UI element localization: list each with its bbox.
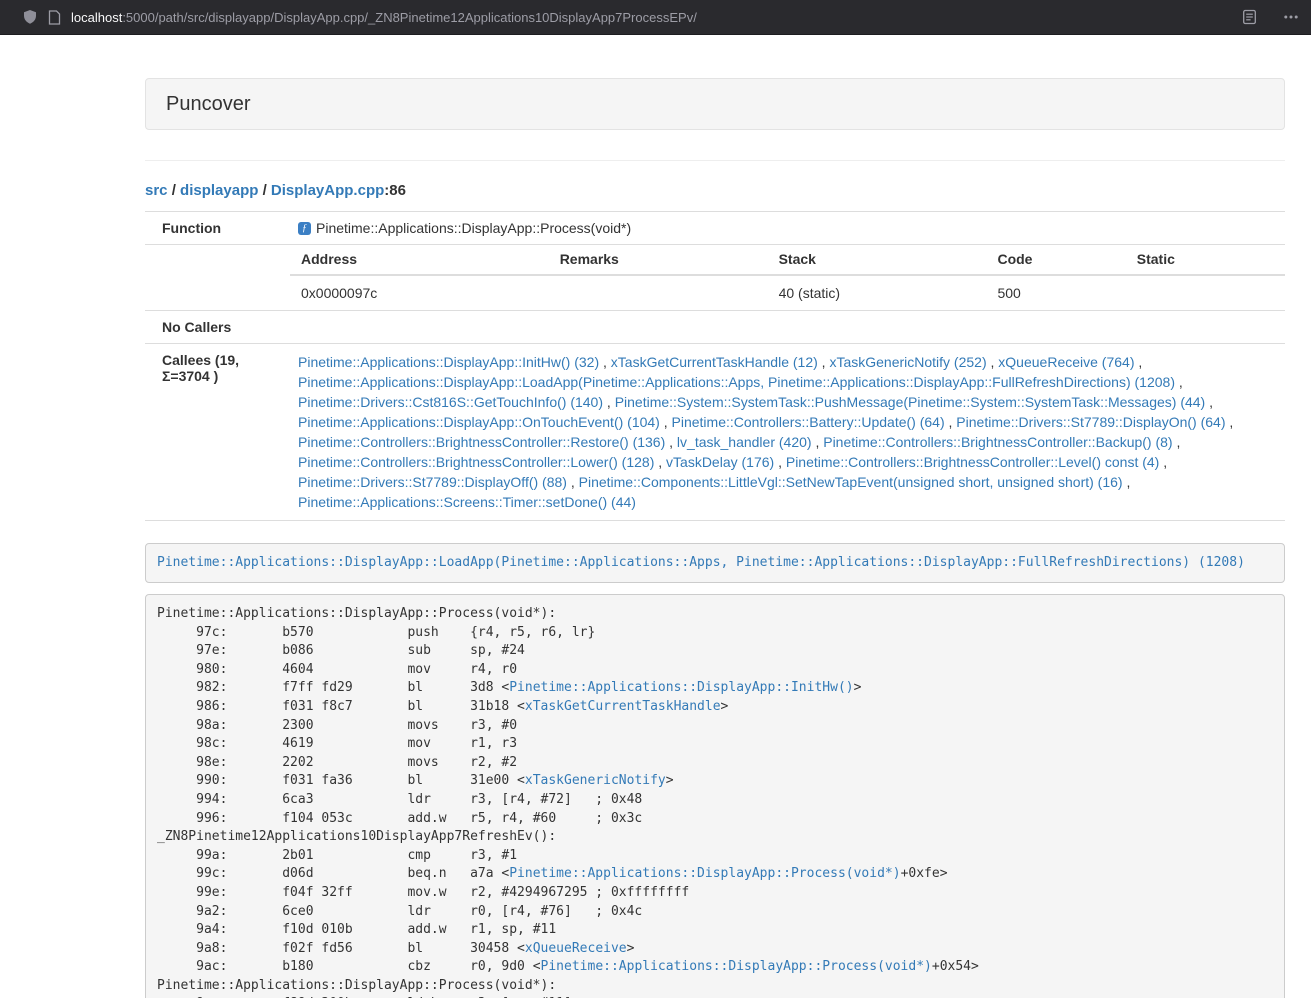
stats-value: 40 (static) xyxy=(768,275,987,310)
function-table: Function ƒ Pinetime::Applications::Displ… xyxy=(145,211,1285,521)
callee-separator: , xyxy=(945,414,957,430)
menu-icon[interactable] xyxy=(1283,9,1299,25)
stats-value xyxy=(1126,275,1285,310)
function-label: Function xyxy=(145,212,290,245)
callee-link[interactable]: Pinetime::Applications::DisplayApp::Load… xyxy=(298,374,1175,390)
callee-separator: , xyxy=(1123,474,1131,490)
stats-col-header: Stack xyxy=(768,245,987,275)
no-callers-label: No Callers xyxy=(145,311,290,344)
breadcrumb: src / displayapp / DisplayApp.cpp:86 xyxy=(145,182,1285,200)
page-icon xyxy=(48,10,61,25)
breadcrumb-line-number: :86 xyxy=(384,182,406,199)
stats-value-row: 0x0000097c 40 (static)500 xyxy=(290,275,1285,310)
breadcrumb-separator: / xyxy=(168,182,181,199)
stats-row: AddressRemarksStackCodeStatic 0x0000097c… xyxy=(145,245,1285,311)
callee-link[interactable]: Pinetime::Controllers::Battery::Update()… xyxy=(672,414,945,430)
disassembly: Pinetime::Applications::DisplayApp::Proc… xyxy=(145,594,1285,998)
callee-link[interactable]: Pinetime::Components::LittleVgl::SetNewT… xyxy=(579,474,1123,490)
callee-link[interactable]: Pinetime::Controllers::BrightnessControl… xyxy=(786,454,1159,470)
stats-col-header: Address xyxy=(290,245,549,275)
symbol-link[interactable]: xTaskGetCurrentTaskHandle xyxy=(525,699,721,714)
callee-separator: , xyxy=(812,434,824,450)
stats-col-header: Code xyxy=(986,245,1125,275)
page-title-panel: Puncover xyxy=(145,78,1285,130)
callee-separator: , xyxy=(987,354,999,370)
url-field[interactable]: localhost:5000/path/src/displayapp/Displ… xyxy=(48,10,1232,25)
callee-link[interactable]: Pinetime::Controllers::BrightnessControl… xyxy=(298,434,665,450)
symbol-link[interactable]: Pinetime::Applications::DisplayApp::Proc… xyxy=(541,959,932,974)
callees-row: Callees (19, Σ=3704 ) Pinetime::Applicat… xyxy=(145,344,1285,521)
stats-value: 500 xyxy=(986,275,1125,310)
callee-link[interactable]: Pinetime::Applications::DisplayApp::OnTo… xyxy=(298,414,660,430)
callee-link[interactable]: vTaskDelay (176) xyxy=(666,454,774,470)
callee-link[interactable]: xTaskGenericNotify (252) xyxy=(829,354,986,370)
browser-chrome: localhost:5000/path/src/displayapp/Displ… xyxy=(0,0,1311,35)
callee-link[interactable]: Pinetime::Controllers::BrightnessControl… xyxy=(823,434,1172,450)
stats-value xyxy=(549,275,768,310)
breadcrumb-link[interactable]: DisplayApp.cpp xyxy=(271,182,384,199)
callee-link[interactable]: xQueueReceive (764) xyxy=(998,354,1134,370)
callee-separator: , xyxy=(1159,454,1167,470)
callee-separator: , xyxy=(774,454,786,470)
page-content: Puncover src / displayapp / DisplayApp.c… xyxy=(145,35,1285,998)
breadcrumb-separator: / xyxy=(258,182,271,199)
callee-link[interactable]: Pinetime::Applications::DisplayApp::Init… xyxy=(298,354,599,370)
callee-separator: , xyxy=(599,354,611,370)
callee-separator: , xyxy=(818,354,830,370)
stats-value: 0x0000097c xyxy=(290,275,549,310)
callee-separator: , xyxy=(1134,354,1142,370)
stats-header-row: AddressRemarksStackCodeStatic xyxy=(290,245,1285,275)
callee-separator: , xyxy=(660,414,672,430)
callee-link[interactable]: Pinetime::Applications::Screens::Timer::… xyxy=(298,494,636,510)
callee-separator: , xyxy=(654,454,666,470)
symbol-link[interactable]: Pinetime::Applications::DisplayApp::Proc… xyxy=(509,866,900,881)
function-icon: ƒ xyxy=(298,222,311,235)
callee-link[interactable]: Pinetime::Drivers::St7789::DisplayOn() (… xyxy=(956,414,1225,430)
divider xyxy=(145,160,1285,161)
symbol-link[interactable]: xTaskGenericNotify xyxy=(525,773,666,788)
highlight-panel: Pinetime::Applications::DisplayApp::Load… xyxy=(145,543,1285,583)
callee-link[interactable]: lv_task_handler (420) xyxy=(677,434,812,450)
symbol-link[interactable]: Pinetime::Applications::DisplayApp::Init… xyxy=(509,680,853,695)
symbol-link[interactable]: xQueueReceive xyxy=(525,941,627,956)
callee-link[interactable]: Pinetime::Drivers::Cst816S::GetTouchInfo… xyxy=(298,394,603,410)
callee-link[interactable]: Pinetime::Controllers::BrightnessControl… xyxy=(298,454,654,470)
breadcrumb-link[interactable]: displayapp xyxy=(180,182,258,199)
callees-label: Callees (19, Σ=3704 ) xyxy=(145,344,290,521)
callee-separator: , xyxy=(1175,374,1183,390)
callees-cell: Pinetime::Applications::DisplayApp::Init… xyxy=(290,344,1285,521)
function-row: Function ƒ Pinetime::Applications::Displ… xyxy=(145,212,1285,245)
callee-link[interactable]: xTaskGetCurrentTaskHandle (12) xyxy=(611,354,818,370)
shield-icon[interactable] xyxy=(22,9,38,25)
breadcrumb-link[interactable]: src xyxy=(145,182,168,199)
highlight-symbol-link[interactable]: Pinetime::Applications::DisplayApp::Load… xyxy=(157,555,1245,570)
callee-link[interactable]: Pinetime::System::SystemTask::PushMessag… xyxy=(615,394,1206,410)
reader-mode-icon[interactable] xyxy=(1242,9,1257,25)
url-host: localhost xyxy=(71,10,122,25)
function-name: Pinetime::Applications::DisplayApp::Proc… xyxy=(316,220,631,236)
callee-separator: , xyxy=(1226,414,1234,430)
url-path: :5000/path/src/displayapp/DisplayApp.cpp… xyxy=(122,10,697,25)
function-stats-table: AddressRemarksStackCodeStatic 0x0000097c… xyxy=(290,245,1285,310)
callee-separator: , xyxy=(567,474,579,490)
no-callers-row: No Callers xyxy=(145,311,1285,344)
callee-separator: , xyxy=(603,394,615,410)
callee-separator: , xyxy=(1205,394,1213,410)
stats-col-header: Remarks xyxy=(549,245,768,275)
url-text: localhost:5000/path/src/displayapp/Displ… xyxy=(71,10,697,25)
stats-col-header: Static xyxy=(1126,245,1285,275)
callee-separator: , xyxy=(1173,434,1181,450)
page-title: Puncover xyxy=(166,93,251,115)
callee-separator: , xyxy=(665,434,677,450)
callee-link[interactable]: Pinetime::Drivers::St7789::DisplayOff() … xyxy=(298,474,567,490)
